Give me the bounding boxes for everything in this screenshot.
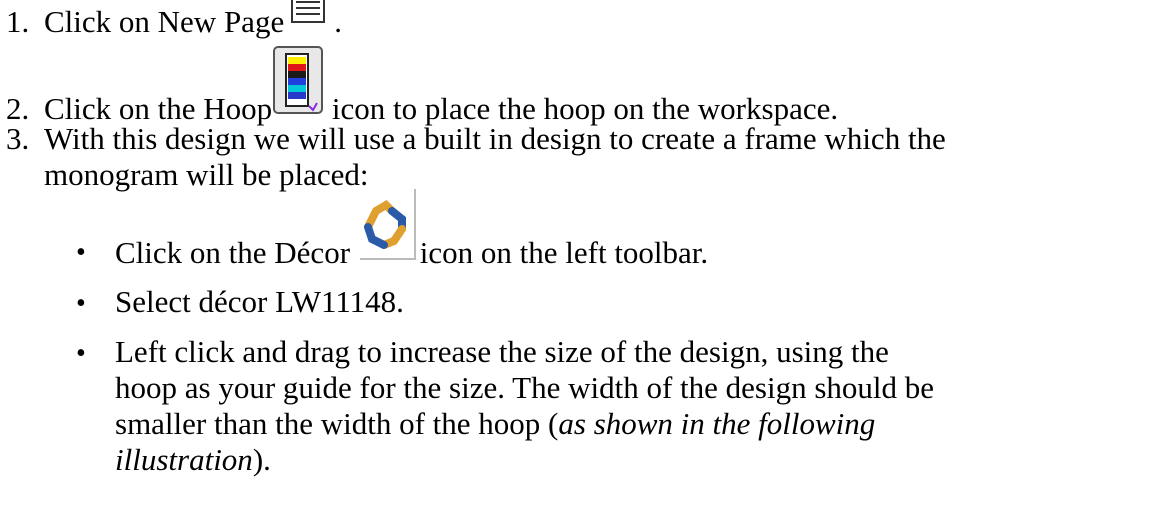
step-number: 3.	[6, 121, 30, 156]
bullet-text-end: ).	[252, 442, 271, 477]
bullet-text: hoop as your guide for the size. The wid…	[115, 370, 935, 405]
bullet-symbol: •	[76, 237, 86, 268]
step-number: 1.	[6, 4, 30, 39]
bullet-text: Click on the Décor	[115, 235, 358, 270]
step-text: With this design we will use a built in …	[44, 121, 946, 156]
bullet-text-end: icon on the left toolbar.	[419, 235, 709, 270]
step-3-line-2: monogram will be placed:	[44, 157, 369, 193]
new-page-icon	[284, 0, 334, 36]
step-3-line-1: 3. With this design we will use a built i…	[6, 121, 946, 157]
step-text-end: .	[334, 4, 342, 39]
bullet-symbol: •	[76, 288, 86, 319]
bullet-3-line-2: hoop as your guide for the size. The wid…	[115, 370, 934, 406]
bullet-text: smaller than the width of the hoop (	[115, 406, 559, 441]
decor-icon	[358, 189, 420, 263]
bullet-text: Select décor LW11148.	[115, 284, 404, 319]
bullet-3-line-3: smaller than the width of the hoop (as s…	[115, 406, 875, 442]
step-1: 1. Click on New Page .	[6, 0, 342, 40]
bullet-italic-text: illustration	[115, 442, 253, 477]
step-text: Click on New Page	[44, 4, 285, 39]
bullet-3-line-4: illustration).	[115, 442, 271, 478]
hoop-icon	[272, 46, 324, 119]
bullet-3-line-1: Left click and drag to increase the size…	[115, 334, 889, 370]
bullet-symbol: •	[76, 338, 86, 369]
bullet-text: Left click and drag to increase the size…	[115, 334, 889, 369]
bullet-italic-text: as shown in the following	[558, 406, 876, 441]
bullet-1: Click on the Décor icon on the left tool…	[115, 189, 709, 271]
step-text: monogram will be placed:	[44, 157, 369, 192]
bullet-2: Select décor LW11148.	[115, 284, 404, 320]
